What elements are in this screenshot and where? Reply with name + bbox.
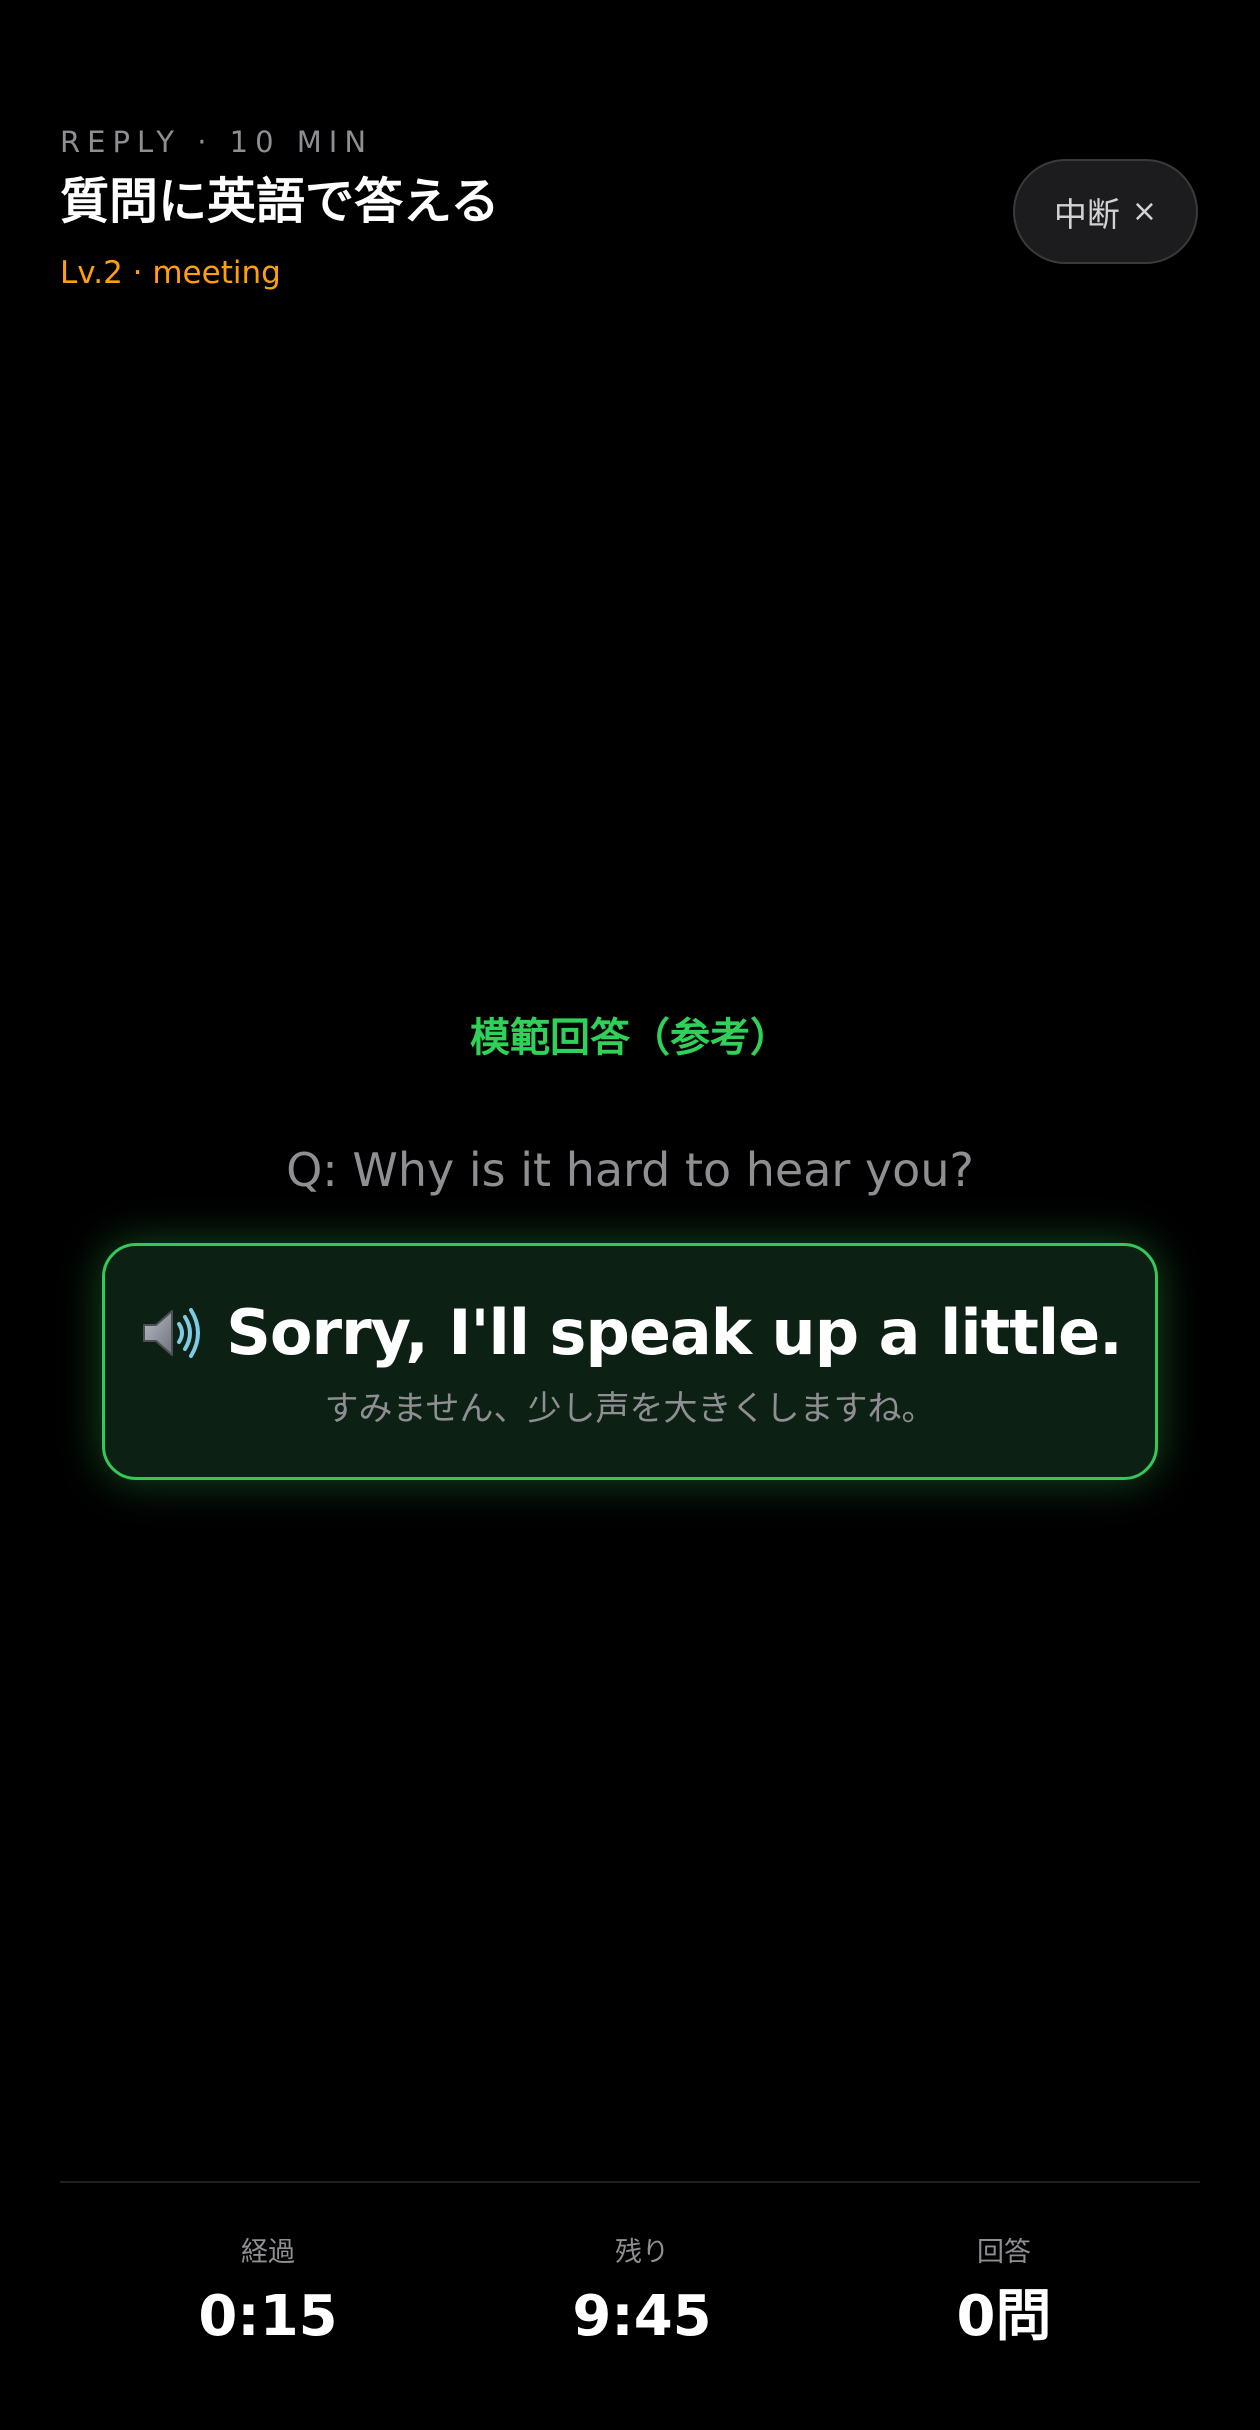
answer-line: Sorry, I'll speak up a little. — [138, 1294, 1123, 1372]
model-answer-card[interactable]: Sorry, I'll speak up a little. すみません、少し声… — [102, 1243, 1158, 1480]
stat-answered-label: 回答 — [977, 2237, 1031, 2268]
stat-elapsed-label: 経過 — [241, 2237, 295, 2268]
stat-answered: 回答 0問 — [854, 2235, 1154, 2351]
stat-elapsed-value: 0:15 — [198, 2284, 338, 2349]
speaker-icon[interactable] — [138, 1300, 204, 1366]
stat-remaining-label: 残り — [615, 2237, 669, 2268]
stats-divider — [60, 2181, 1200, 2183]
stop-button[interactable]: 中断 × — [1013, 159, 1198, 264]
question-text: Q: Why is it hard to hear you? — [286, 1143, 974, 1197]
answer-text: Sorry, I'll speak up a little. — [226, 1295, 1122, 1369]
answer-translation: すみません、少し声を大きくしますね。 — [324, 1388, 936, 1429]
session-eyebrow: REPLY · 10 MIN — [60, 125, 374, 159]
stat-remaining: 残り 9:45 — [492, 2235, 792, 2351]
model-answer-label: 模範回答（参考） — [470, 1015, 790, 1061]
session-stats: 経過 0:15 残り 9:45 回答 0問 — [0, 2235, 1260, 2365]
stat-remaining-value: 9:45 — [572, 2284, 712, 2349]
stat-answered-value: 0問 — [956, 2284, 1052, 2349]
level-topic-label: Lv.2 · meeting — [60, 255, 281, 291]
close-icon: × — [1131, 194, 1158, 229]
stop-button-label: 中断 — [1053, 194, 1120, 234]
stat-elapsed: 経過 0:15 — [118, 2235, 418, 2351]
